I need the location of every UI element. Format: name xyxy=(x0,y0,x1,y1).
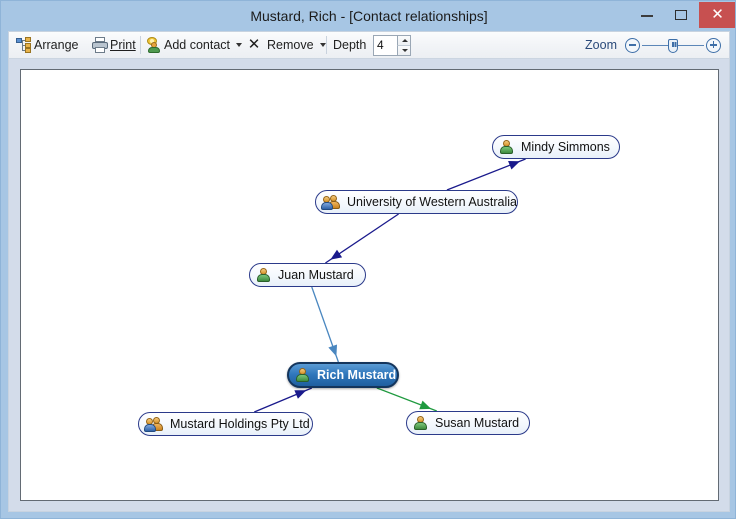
relationship-graph-canvas[interactable]: Mindy Simmons University of Western Austr… xyxy=(20,69,719,501)
zoom-in-button[interactable] xyxy=(706,37,721,53)
person-icon xyxy=(295,367,310,383)
add-contact-button[interactable]: Add contact xyxy=(146,32,243,58)
print-label: Print xyxy=(110,38,136,52)
group-icon xyxy=(321,194,340,210)
client-area: Mindy Simmons University of Western Austr… xyxy=(8,59,730,512)
depth-increment-button[interactable] xyxy=(397,36,410,46)
chevron-down-icon[interactable] xyxy=(319,43,326,47)
graph-node-label: Juan Mustard xyxy=(278,268,354,282)
graph-edge-arrowhead xyxy=(330,249,343,260)
add-contact-label: Add contact xyxy=(164,38,231,52)
zoom-control: Zoom xyxy=(585,32,721,58)
graph-node-susan[interactable]: Susan Mustard xyxy=(406,411,530,435)
chevron-up-icon xyxy=(401,39,408,42)
application-window: Mustard, Rich - [Contact relationships] … xyxy=(0,0,736,519)
graph-edge-arrowhead xyxy=(508,160,520,170)
minimize-icon xyxy=(641,15,653,17)
close-icon: ✕ xyxy=(711,6,724,23)
minus-icon xyxy=(628,44,636,46)
depth-input[interactable]: 4 xyxy=(374,36,398,55)
arrange-button[interactable]: Arrange xyxy=(16,32,78,58)
printer-icon xyxy=(92,37,108,53)
window-title: Mustard, Rich - [Contact relationships] xyxy=(250,8,488,24)
depth-caption: Depth xyxy=(333,38,367,52)
thumb-grip-icon xyxy=(672,41,674,47)
graph-node-label: Mustard Holdings Pty Ltd xyxy=(170,417,310,431)
graph-node-mindy[interactable]: Mindy Simmons xyxy=(492,135,620,159)
depth-spinner[interactable]: 4 xyxy=(373,35,411,56)
zoom-slider-thumb[interactable] xyxy=(668,38,678,53)
graph-edge-arrowhead xyxy=(328,344,338,357)
zoom-out-button[interactable] xyxy=(625,37,640,53)
remove-button[interactable]: ✕ Remove xyxy=(246,32,326,58)
minimize-button[interactable] xyxy=(629,2,664,28)
graph-node-juan[interactable]: Juan Mustard xyxy=(249,263,366,287)
remove-label: Remove xyxy=(267,38,314,52)
toolbar-separator-1 xyxy=(140,36,141,54)
maximize-icon xyxy=(675,10,687,20)
person-icon xyxy=(256,267,271,283)
graph-edges xyxy=(254,158,526,413)
zoom-label: Zoom xyxy=(585,38,617,52)
title-bar: Mustard, Rich - [Contact relationships] … xyxy=(1,1,735,31)
print-button[interactable]: Print xyxy=(92,32,136,58)
zoom-slider[interactable] xyxy=(642,38,704,53)
graph-node-holdings[interactable]: Mustard Holdings Pty Ltd xyxy=(138,412,313,436)
graph-node-label: Mindy Simmons xyxy=(521,140,610,154)
person-icon xyxy=(413,415,428,431)
add-contact-icon xyxy=(146,37,162,53)
arrange-icon xyxy=(16,37,32,53)
arrange-label: Arrange xyxy=(34,38,79,52)
graph-node-label: Susan Mustard xyxy=(435,416,520,430)
toolbar: Arrange Print Add contact ✕ Remove Depth xyxy=(8,31,730,59)
graph-node-uwa[interactable]: University of Western Australia xyxy=(315,190,518,214)
group-icon xyxy=(144,416,163,432)
graph-node-label: University of Western Australia xyxy=(347,195,517,209)
chevron-down-icon[interactable] xyxy=(236,43,243,47)
depth-label: Depth xyxy=(333,32,366,58)
chevron-down-icon xyxy=(401,48,408,52)
toolbar-separator-2 xyxy=(326,36,327,54)
graph-edge-arrowhead xyxy=(419,400,432,410)
maximize-button[interactable] xyxy=(664,2,699,28)
close-button[interactable]: ✕ xyxy=(699,2,735,28)
close-x-icon: ✕ xyxy=(247,36,261,53)
plus-icon-v xyxy=(712,41,715,48)
graph-edge-arrowhead xyxy=(294,390,307,399)
graph-node-rich[interactable]: Rich Mustard xyxy=(287,362,399,388)
person-icon xyxy=(499,139,514,155)
depth-decrement-button[interactable] xyxy=(397,45,410,55)
graph-node-label: Rich Mustard xyxy=(317,368,397,382)
